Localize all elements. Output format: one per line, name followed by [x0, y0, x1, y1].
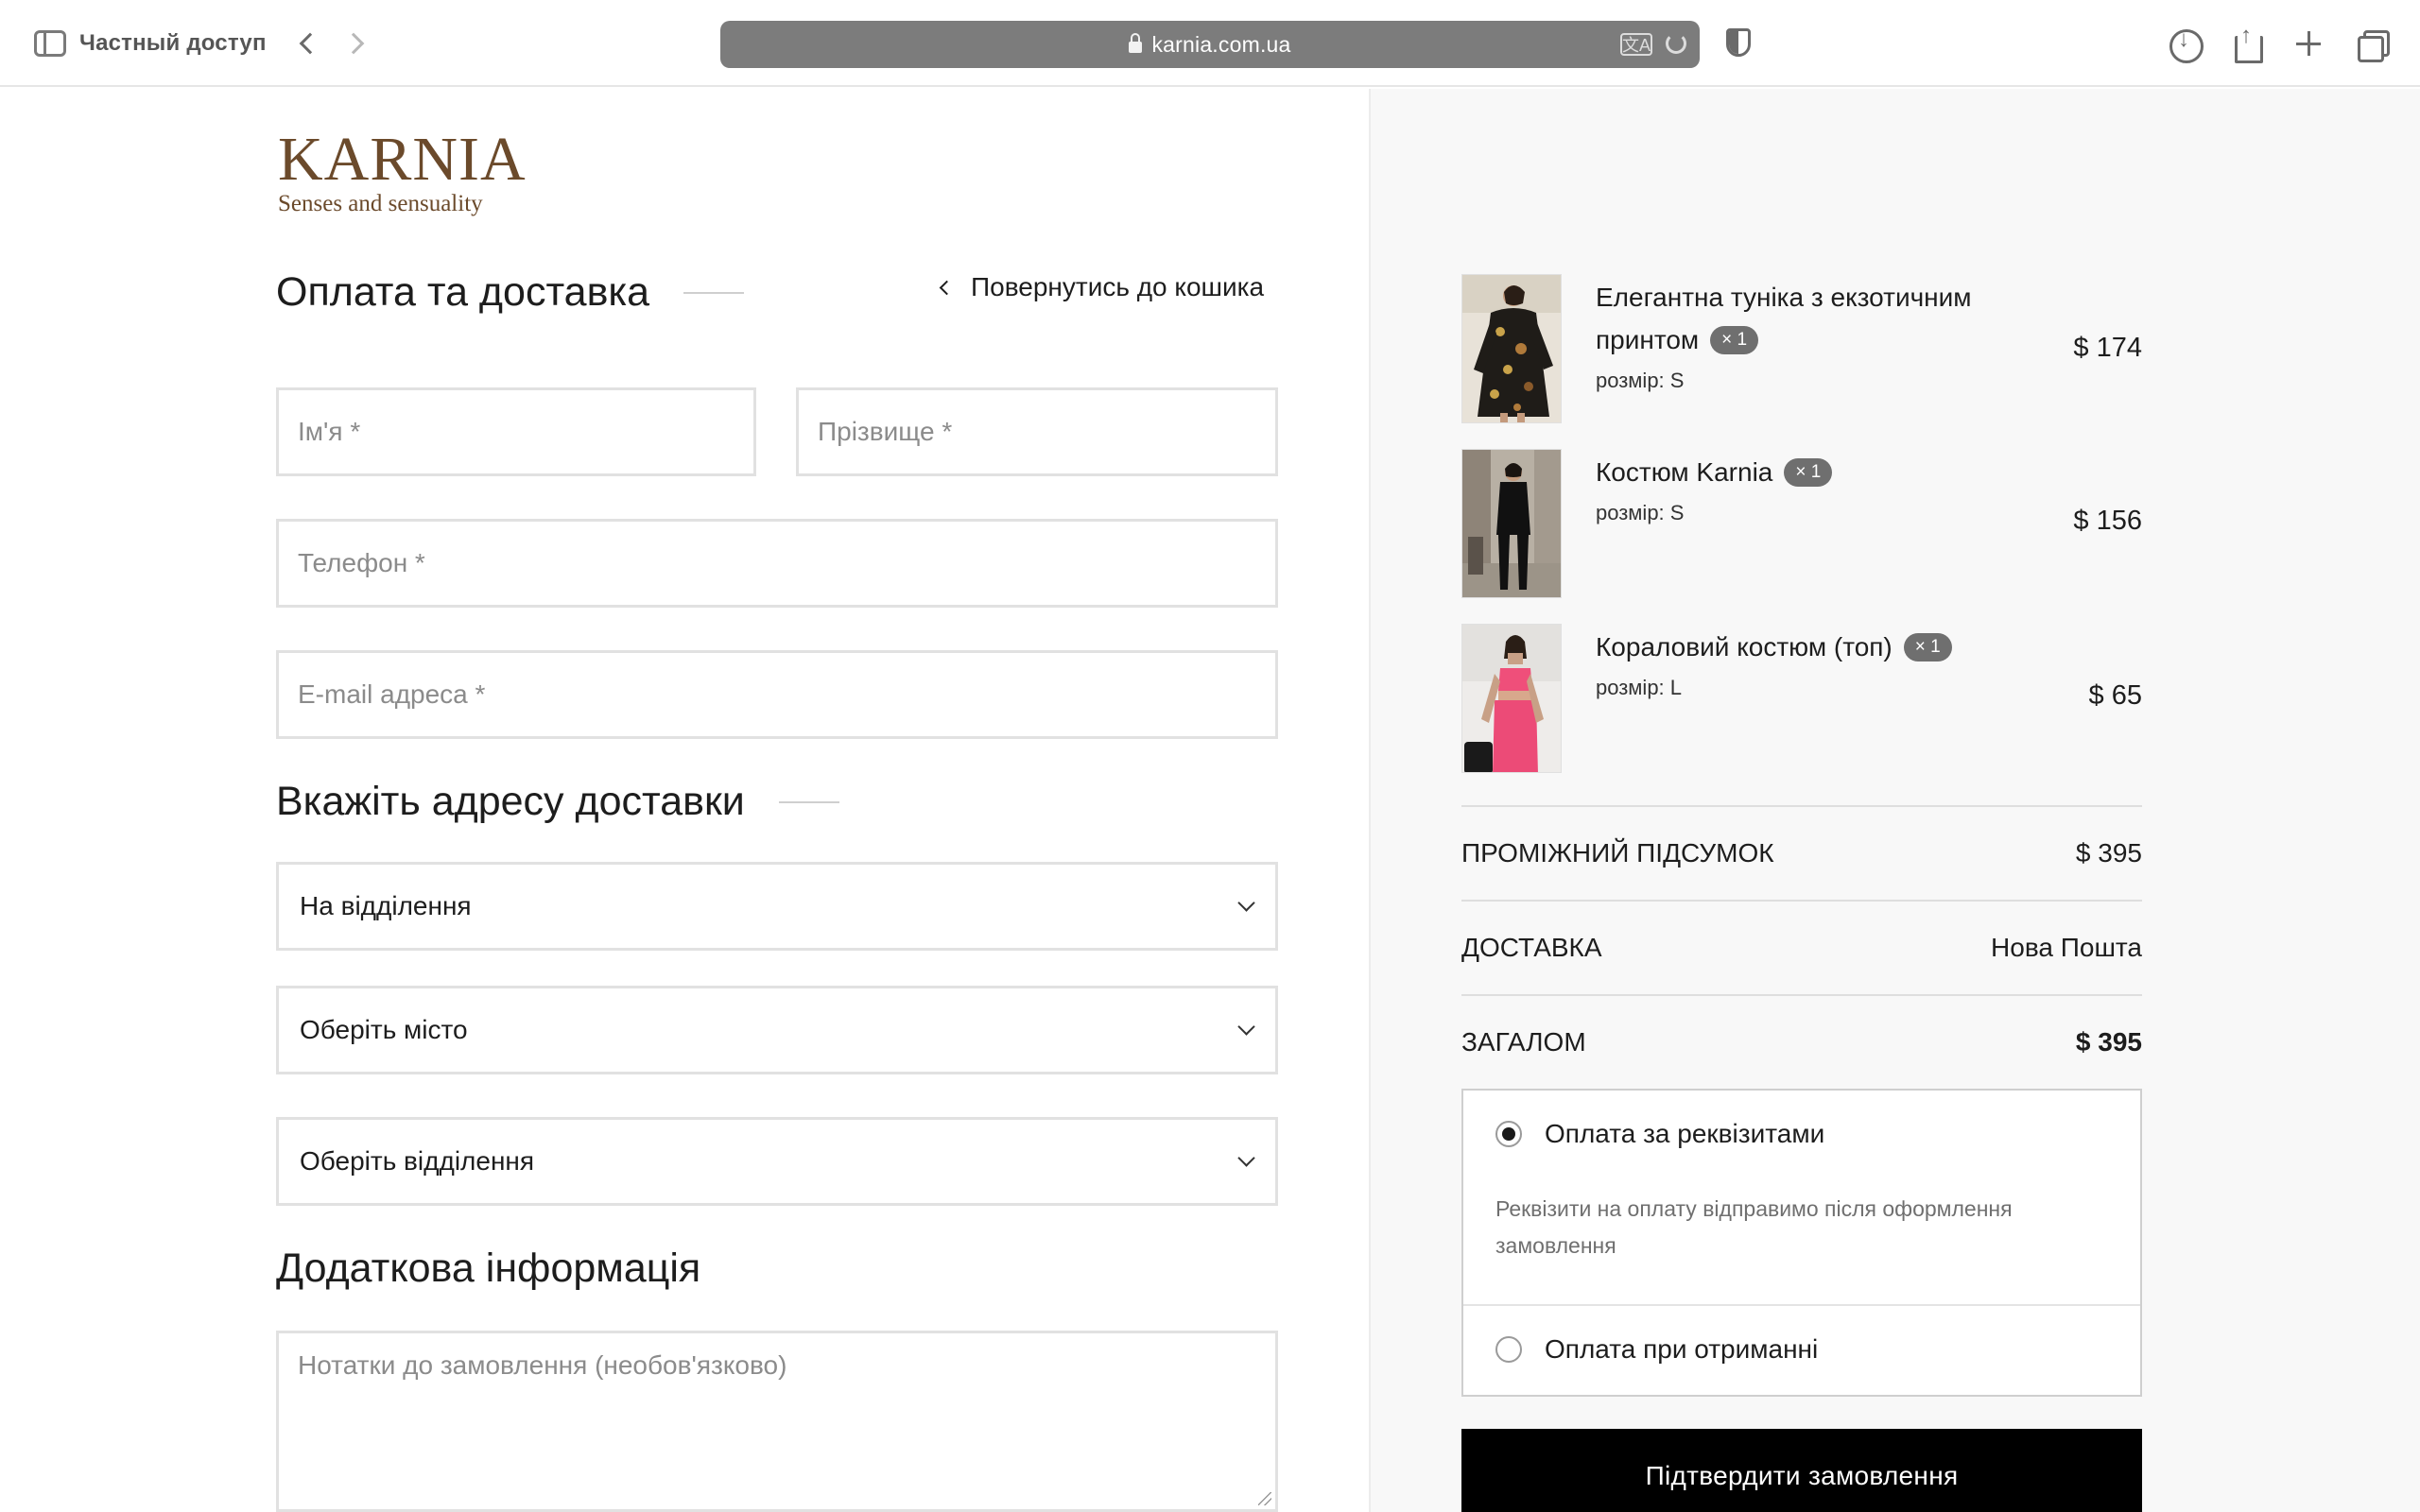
payment-option-description: Реквізити на оплату відправимо після офо…	[1495, 1196, 2013, 1258]
branch-select-value: Оберіть відділення	[300, 1146, 535, 1176]
last-name-placeholder: Прізвище *	[818, 417, 953, 446]
logo-tagline: Senses and sensuality	[278, 191, 483, 216]
order-notes-textarea[interactable]: Нотатки до замовлення (необов'язково)	[276, 1331, 1278, 1512]
title-divider	[778, 800, 839, 803]
extra-info-title: Додаткова інформація	[276, 1246, 700, 1292]
delivery-type-select[interactable]: На відділення	[276, 862, 1278, 951]
product-thumbnail	[1461, 624, 1562, 773]
order-notes-placeholder: Нотатки до замовлення (необов'язково)	[298, 1350, 787, 1380]
product-name[interactable]: Костюм Karnia × 1	[1596, 451, 2002, 493]
new-tab-icon[interactable]	[2288, 23, 2329, 64]
last-name-input[interactable]: Прізвище *	[796, 387, 1278, 476]
product-name-text: Костюм Karnia	[1596, 457, 1773, 487]
resize-handle-icon[interactable]	[1258, 1492, 1271, 1505]
product-name-text: Кораловий костюм (топ)	[1596, 632, 1893, 662]
quantity-badge: × 1	[1903, 632, 1952, 662]
city-select-value: Оберіть місто	[300, 1015, 468, 1044]
order-item: Костюм Karnia × 1 розмір: S $ 156	[1461, 449, 2142, 600]
size-value: L	[1669, 676, 1683, 699]
url-text: karnia.com.ua	[1151, 31, 1291, 57]
size-label: розмір:	[1596, 676, 1665, 699]
translate-icon[interactable]: 文A	[1620, 33, 1652, 56]
shipping-label: ДОСТАВКА	[1461, 933, 1602, 962]
browser-toolbar: Частный доступ karnia.com.ua 文A	[0, 0, 2420, 87]
shipping-row: ДОСТАВКА Нова Пошта	[1461, 900, 2142, 994]
product-name[interactable]: Кораловий костюм (топ) × 1	[1596, 626, 2002, 668]
subtotal-row: ПРОМІЖНИЙ ПІДСУМОК $ 395	[1461, 805, 2142, 900]
tab-overview-icon[interactable]	[2350, 23, 2392, 64]
download-icon[interactable]	[2163, 23, 2204, 64]
chevron-down-icon	[1237, 1017, 1255, 1036]
size-label: розмір:	[1596, 501, 1665, 524]
product-thumbnail	[1461, 274, 1562, 423]
product-size: розмір: S	[1596, 501, 1684, 525]
title-divider	[683, 291, 745, 294]
address-bar[interactable]: karnia.com.ua 文A	[720, 21, 1700, 68]
back-to-cart-link[interactable]: Повернутись до кошика	[939, 272, 1265, 302]
product-price: $ 174	[2073, 333, 2142, 363]
subtotal-value: $ 395	[2075, 838, 2142, 868]
lock-icon	[1129, 33, 1143, 53]
payment-methods: Оплата за реквізитами Реквізити на оплат…	[1461, 1089, 2142, 1397]
phone-input[interactable]: Телефон *	[276, 519, 1278, 608]
brand-logo[interactable]: KARNIA Senses and sensuality	[278, 129, 527, 217]
privacy-shield-icon[interactable]	[1726, 28, 1751, 57]
shipping-value: Нова Пошта	[1991, 933, 2142, 962]
sidebar-toggle-icon[interactable]	[34, 30, 66, 57]
checkout-title-text: Оплата та доставка	[276, 269, 650, 315]
payment-divider	[1463, 1304, 2140, 1306]
forward-button[interactable]	[338, 25, 376, 62]
phone-placeholder: Телефон *	[298, 548, 425, 577]
first-name-placeholder: Ім'я *	[298, 417, 361, 446]
subtotal-label: ПРОМІЖНИЙ ПІДСУМОК	[1461, 838, 1774, 868]
order-item: Елегантна туніка з екзотичним принтом × 1…	[1461, 274, 2142, 425]
quantity-badge: × 1	[1784, 457, 1833, 487]
product-price: $ 156	[2073, 506, 2142, 536]
product-name-text: Елегантна туніка з екзотичним принтом	[1596, 283, 1972, 354]
confirm-order-button[interactable]: Підтвердити замовлення	[1461, 1429, 2142, 1512]
first-name-input[interactable]: Ім'я *	[276, 387, 756, 476]
address-section-title: Вкажіть адресу доставки	[276, 779, 839, 825]
back-to-cart-label: Повернутись до кошика	[971, 272, 1265, 301]
email-input[interactable]: E-mail адреса *	[276, 650, 1278, 739]
share-icon[interactable]	[2225, 23, 2267, 64]
product-price: $ 65	[2088, 680, 2142, 711]
city-select[interactable]: Оберіть місто	[276, 986, 1278, 1074]
total-row: ЗАГАЛОМ $ 395	[1461, 994, 2142, 1089]
back-button[interactable]	[287, 25, 325, 62]
delivery-type-value: На відділення	[300, 891, 472, 920]
email-placeholder: E-mail адреса *	[298, 679, 486, 709]
chevron-down-icon	[1237, 1148, 1255, 1167]
quantity-badge: × 1	[1710, 325, 1759, 354]
logo-wordmark: KARNIA	[278, 125, 527, 194]
chevron-down-icon	[1237, 893, 1255, 912]
size-label: розмір:	[1596, 369, 1665, 392]
extra-info-title-text: Додаткова інформація	[276, 1246, 701, 1291]
radio-unselected-icon[interactable]	[1495, 1336, 1522, 1363]
chevron-left-icon	[299, 32, 320, 55]
size-value: S	[1669, 501, 1685, 524]
checkout-title: Оплата та доставка	[276, 269, 745, 316]
product-size: розмір: S	[1596, 369, 1684, 393]
product-name[interactable]: Елегантна туніка з екзотичним принтом × 1	[1596, 276, 2002, 361]
chevron-right-icon	[342, 32, 364, 55]
order-item: Кораловий костюм (топ) × 1 розмір: L $ 65	[1461, 624, 2142, 775]
address-title-text: Вкажіть адресу доставки	[276, 779, 745, 824]
total-value: $ 395	[2075, 1027, 2142, 1057]
payment-option-bank-details[interactable]: Оплата за реквізитами	[1495, 1119, 1824, 1149]
private-browsing-label: Частный доступ	[79, 30, 267, 56]
payment-option-label: Оплата за реквізитами	[1545, 1119, 1825, 1148]
size-value: S	[1669, 369, 1685, 392]
payment-option-label: Оплата при отриманні	[1545, 1334, 1819, 1364]
toolbar-right-group	[2142, 23, 2392, 64]
product-size: розмір: L	[1596, 676, 1682, 700]
payment-option-cod[interactable]: Оплата при отриманні	[1495, 1334, 1818, 1365]
chevron-left-icon	[939, 280, 955, 295]
branch-select[interactable]: Оберіть відділення	[276, 1117, 1278, 1206]
toolbar-left-group: Частный доступ	[34, 25, 376, 62]
radio-selected-icon[interactable]	[1495, 1121, 1522, 1147]
reload-icon[interactable]	[1666, 33, 1686, 54]
product-thumbnail	[1461, 449, 1562, 598]
total-label: ЗАГАЛОМ	[1461, 1027, 1586, 1057]
